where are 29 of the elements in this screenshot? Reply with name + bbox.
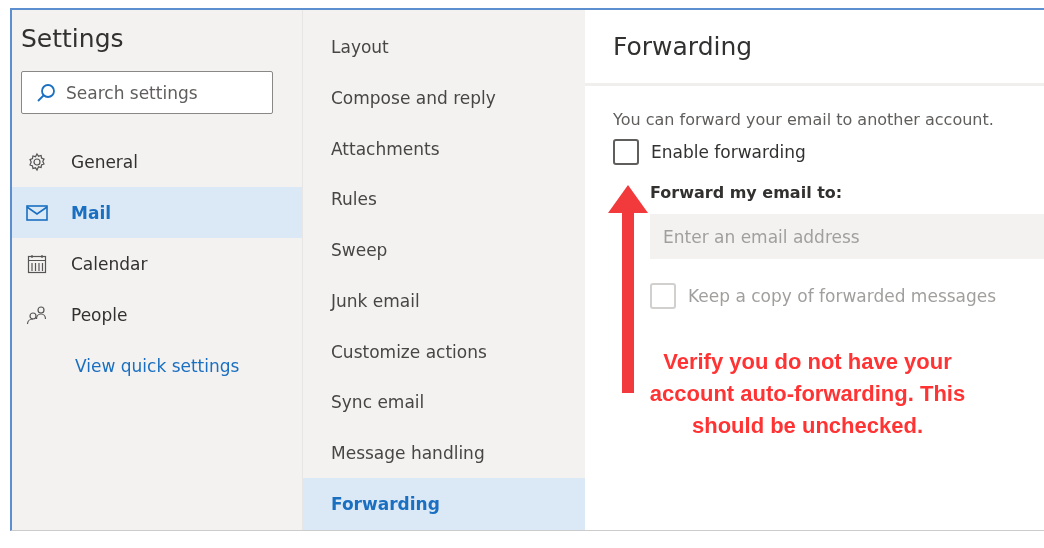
category-item[interactable]: Layout [303,22,585,73]
category-item[interactable]: Sync email [303,376,585,428]
checkbox-label: Enable forwarding [651,142,806,162]
category-item[interactable]: Compose and reply [303,72,585,124]
category-item[interactable]: Junk email [303,275,585,327]
page-title: Forwarding [613,32,753,61]
annotation-text: Verify you do not have your account auto-forwarding. This should be unchecked. [648,348,967,440]
category-item[interactable]: Forwarding [303,478,585,530]
gear-icon [27,151,47,172]
field-label: Forward my email to: [650,183,844,202]
settings-title: Settings [21,24,125,53]
quick-settings-link[interactable]: View quick settings [75,356,240,376]
mail-icon [26,204,48,221]
people-icon [26,304,48,325]
search-field[interactable]: Search settings [21,71,273,114]
checkbox[interactable] [613,139,639,165]
calendar-icon [27,253,47,274]
category-item[interactable]: Rules [303,174,585,225]
nav-item[interactable]: Mail [12,187,302,238]
checkbox-label: Keep a copy of forwarded messages [688,286,997,306]
category-item[interactable]: Message handling [303,427,585,479]
nav-item[interactable]: General [12,136,302,187]
description-text: You can forward your email to another account. [613,110,995,129]
nav-item[interactable]: People [12,289,302,340]
category-item[interactable]: Attachments [303,123,585,175]
category-item[interactable]: Customize actions [303,326,585,377]
category-item[interactable]: Sweep [303,224,585,276]
search-icon [36,83,56,103]
nav-item[interactable]: Calendar [12,238,302,289]
